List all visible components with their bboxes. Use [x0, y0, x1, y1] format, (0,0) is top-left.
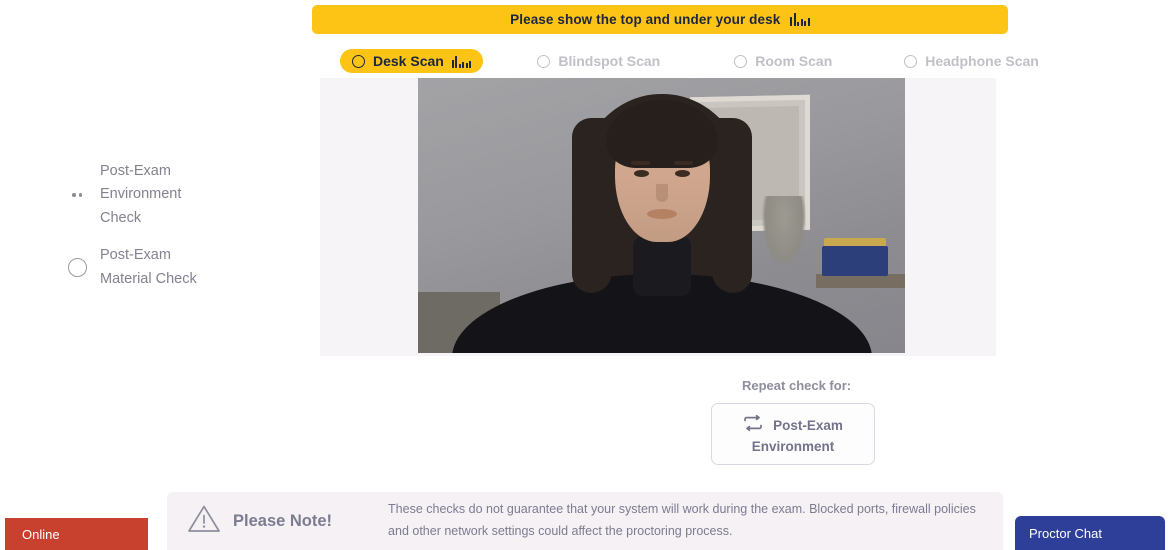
please-note-body: These checks do not guarantee that your … — [388, 502, 976, 538]
instruction-banner: Please show the top and under your desk — [312, 5, 1008, 34]
repeat-icon — [743, 414, 763, 437]
scan-tab-list: Desk Scan Blindspot Scan Room Scan Headp… — [340, 46, 1039, 76]
video-person-hair-right — [711, 118, 752, 293]
radio-circle-icon — [537, 54, 551, 68]
video-person-brow-left — [630, 161, 650, 165]
audio-waveform-icon — [790, 13, 810, 26]
radio-circle-icon — [734, 54, 748, 68]
please-note-title: Please Note! — [233, 511, 333, 530]
repeat-check-button[interactable]: Post-Exam Environment — [711, 403, 875, 465]
step-post-exam-material-check[interactable]: Post-Exam Material Check — [66, 244, 276, 291]
instruction-banner-text: Please show the top and under your desk — [510, 12, 781, 27]
repeat-check-label: Repeat check for: — [742, 378, 852, 393]
proctoring-check-page: Please show the top and under your desk … — [0, 0, 1170, 550]
repeat-check-button-line1: Post-Exam — [773, 418, 843, 433]
step-post-exam-environment-check[interactable]: Post-Exam Environment Check — [66, 160, 276, 230]
tab-headphone-scan[interactable]: Headphone Scan — [892, 49, 1051, 73]
repeat-check-button-line2: Environment — [751, 438, 835, 454]
radio-circle-icon — [352, 54, 365, 68]
video-person-neck — [632, 236, 691, 296]
audio-waveform-icon — [451, 55, 472, 68]
video-person-eye-right — [674, 170, 690, 177]
tab-room-scan-label: Room Scan — [755, 53, 833, 69]
tab-desk-scan-label: Desk Scan — [373, 53, 444, 69]
proctor-chat-label: Proctor Chat — [1029, 525, 1102, 541]
online-status-label: Online — [22, 526, 60, 542]
warning-triangle-icon — [187, 503, 221, 539]
tab-desk-scan[interactable]: Desk Scan — [340, 49, 484, 73]
video-person-eye-left — [633, 170, 649, 177]
video-person-brow-right — [673, 161, 693, 165]
pending-ring-icon — [66, 258, 88, 278]
please-note-panel: Please Note! These checks do not guarant… — [167, 492, 1003, 550]
video-person-mouth — [646, 209, 677, 219]
tab-blindspot-scan[interactable]: Blindspot Scan — [525, 49, 672, 73]
tab-headphone-scan-label: Headphone Scan — [925, 53, 1039, 69]
tab-blindspot-scan-label: Blindspot Scan — [558, 53, 661, 69]
proctor-chat-button[interactable]: Proctor Chat — [1015, 516, 1165, 550]
in-progress-dots-icon — [66, 193, 88, 197]
step-post-exam-environment-check-label: Post-Exam Environment Check — [100, 163, 182, 226]
online-status-badge[interactable]: Online — [5, 518, 148, 550]
radio-circle-icon — [904, 54, 918, 68]
video-person-nose — [655, 184, 668, 202]
check-steps-list: Post-Exam Environment Check Post-Exam Ma… — [66, 160, 276, 305]
video-plant — [762, 196, 806, 266]
video-shelf — [816, 274, 905, 288]
tab-room-scan[interactable]: Room Scan — [722, 49, 844, 73]
webcam-proctoring-feed — [418, 78, 905, 353]
video-container — [320, 78, 996, 356]
step-post-exam-material-check-label: Post-Exam Material Check — [100, 247, 197, 287]
video-box — [822, 246, 888, 276]
